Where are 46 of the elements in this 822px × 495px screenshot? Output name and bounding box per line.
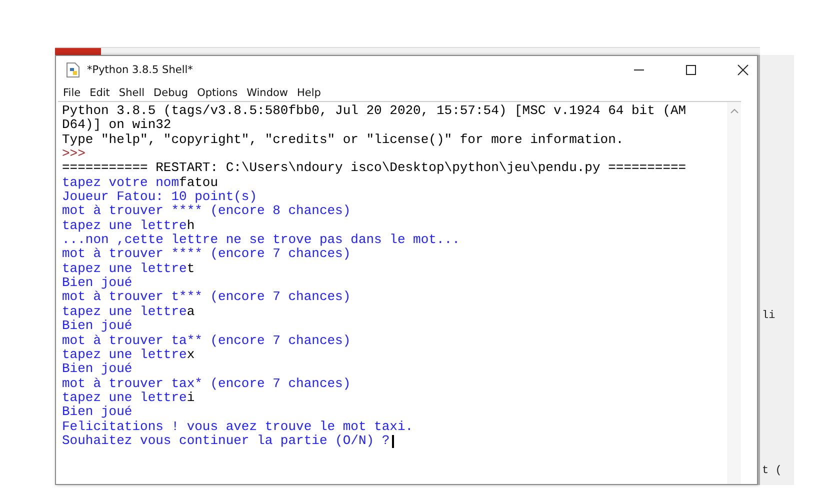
shell-text: i: [186, 390, 195, 406]
shell-text: mot à trouver t*** (encore 7 chances): [62, 290, 351, 305]
menu-item[interactable]: Shell: [118, 86, 145, 98]
shell-text: Felicitations ! vous avez trouve le mot taxi.: [62, 420, 414, 434]
shell-text: tapez une lettre: [62, 304, 187, 320]
shell-text: mot à trouver tax* (encore 7 chances): [62, 376, 351, 391]
shell-text: h: [186, 218, 195, 234]
shell-text: tapez votre nom: [62, 176, 180, 190]
shell-text: Bien joué: [62, 319, 132, 334]
menu-item[interactable]: Options: [197, 86, 238, 98]
window-title: *Python 3.8.5 Shell*: [87, 64, 193, 76]
shell-text: tapez une lettre: [62, 390, 187, 406]
shell-text: fatou: [179, 176, 218, 190]
maximize-icon[interactable]: [685, 64, 697, 76]
shell-text: Souhaitez vous continuer la partie (O/N) ?: [62, 434, 390, 448]
shell-text: D64)] on win32: [62, 118, 172, 133]
shell-text: Python 3.8.5 (tags/v3.8.5:580fbb0, Jul 20 2020, 15:57:54) [MSC v.1924 64 bit (AM: [62, 104, 686, 118]
shell-text: Bien joué: [62, 276, 132, 290]
menu-item[interactable]: File: [63, 86, 81, 98]
shell-text: x: [186, 348, 195, 362]
shell-text: a: [186, 304, 195, 320]
text-cursor: [392, 434, 394, 448]
shell-text: mot à trouver **** (encore 8 chances): [62, 204, 351, 219]
menu-item[interactable]: Window: [246, 86, 288, 98]
shell-text: tapez une lettre: [62, 218, 187, 234]
shell-text: =========== RESTART: C:\Users\ndoury isco\Desktop\python\jeu\pendu.py ==========: [62, 161, 686, 176]
scroll-up-icon[interactable]: [730, 108, 738, 114]
background-text: li: [762, 310, 776, 322]
shell-text: ...non ,cette lettre ne se trove pas dans le mot...: [62, 233, 460, 248]
shell-text: Joueur Fatou: 10 point(s): [62, 190, 258, 204]
shell-text: mot à trouver ta** (encore 7 chances): [62, 334, 351, 348]
menu-item[interactable]: Help: [297, 86, 321, 98]
shell-text: tapez une lettre: [62, 262, 187, 276]
menu-item[interactable]: Debug: [154, 86, 188, 98]
shell-text: tapez une lettre: [62, 348, 187, 362]
close-icon[interactable]: [737, 64, 749, 76]
shell-text: mot à trouver **** (encore 7 chances): [62, 247, 351, 262]
shell-text: t: [186, 262, 195, 276]
scrollbar[interactable]: [727, 102, 741, 484]
shell-text: Bien joué: [62, 405, 132, 420]
python-file-icon: [65, 62, 81, 78]
background-text: t (: [762, 465, 782, 477]
shell-text: Bien joué: [62, 362, 132, 377]
shell-text: Type "help", "copyright", "credits" or "license()" for more information.: [62, 132, 624, 148]
shell-text: >>>: [62, 147, 86, 162]
menu-item[interactable]: Edit: [90, 86, 110, 98]
